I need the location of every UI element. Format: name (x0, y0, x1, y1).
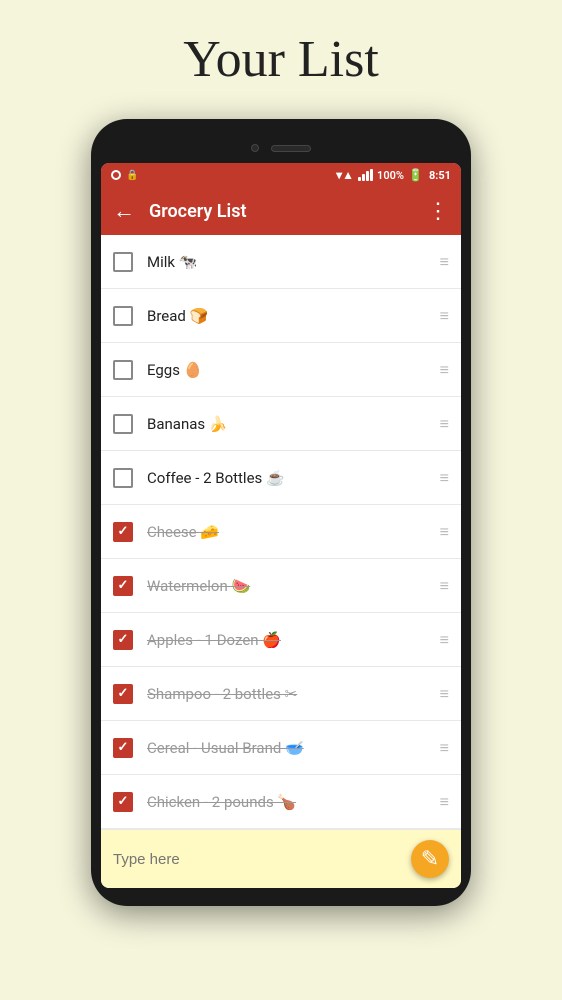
list-item-text: Apples - 1 Dozen 🍎 (147, 631, 432, 649)
phone-speaker (271, 145, 311, 152)
drag-handle-icon[interactable]: ≡ (440, 792, 449, 812)
add-item-button[interactable]: ✎ (411, 840, 449, 878)
phone-screen: 🔒 ▾▲ 100% 🔋 8:51 ← Grocery List ⋮ (101, 163, 461, 888)
list-item-checkbox[interactable] (113, 522, 133, 542)
signal-bars-icon (358, 169, 373, 181)
drag-handle-icon[interactable]: ≡ (440, 522, 449, 542)
list-item-checkbox[interactable] (113, 468, 133, 488)
drag-handle-icon[interactable]: ≡ (440, 252, 449, 272)
add-item-icon: ✎ (421, 847, 439, 872)
status-lock-icon: 🔒 (126, 170, 138, 181)
grocery-list: Milk 🐄≡Bread 🍞≡Eggs 🥚≡Bananas 🍌≡Coffee -… (101, 235, 461, 829)
list-item: Cheese 🧀 ≡ (101, 505, 461, 559)
list-item-checkbox[interactable] (113, 792, 133, 812)
status-right: ▾▲ 100% 🔋 8:51 (336, 168, 451, 182)
wifi-icon: ▾▲ (336, 168, 354, 182)
toolbar-title: Grocery List (149, 201, 427, 222)
menu-button[interactable]: ⋮ (427, 199, 449, 224)
drag-handle-icon[interactable]: ≡ (440, 360, 449, 380)
list-item-text: Bread 🍞 (147, 307, 432, 325)
list-item: Apples - 1 Dozen 🍎 ≡ (101, 613, 461, 667)
list-item: Eggs 🥚 ≡ (101, 343, 461, 397)
phone-camera (251, 144, 259, 152)
list-item-text: Cereal - Usual Brand 🥣 (147, 739, 432, 757)
phone-top-bar (101, 133, 461, 163)
list-item-checkbox[interactable] (113, 576, 133, 596)
list-item-checkbox[interactable] (113, 306, 133, 326)
type-here-input[interactable] (113, 851, 411, 868)
list-item: Bread 🍞 ≡ (101, 289, 461, 343)
list-item-checkbox[interactable] (113, 684, 133, 704)
drag-handle-icon[interactable]: ≡ (440, 630, 449, 650)
list-item: Cereal - Usual Brand 🥣 ≡ (101, 721, 461, 775)
list-item: Bananas 🍌 ≡ (101, 397, 461, 451)
bottom-bar: ✎ (101, 829, 461, 888)
drag-handle-icon[interactable]: ≡ (440, 414, 449, 434)
drag-handle-icon[interactable]: ≡ (440, 468, 449, 488)
list-item-checkbox[interactable] (113, 738, 133, 758)
battery-icon: 🔋 (408, 168, 423, 182)
list-item: Watermelon 🍉 ≡ (101, 559, 461, 613)
list-item: Coffee - 2 Bottles ☕ ≡ (101, 451, 461, 505)
list-item-text: Coffee - 2 Bottles ☕ (147, 469, 432, 487)
list-item: Shampoo - 2 bottles ✂ ≡ (101, 667, 461, 721)
back-button[interactable]: ← (113, 198, 135, 224)
page-title: Your List (183, 30, 379, 89)
list-item-text: Bananas 🍌 (147, 415, 432, 433)
list-item-checkbox[interactable] (113, 252, 133, 272)
list-item-checkbox[interactable] (113, 360, 133, 380)
list-item-text: Watermelon 🍉 (147, 577, 432, 595)
phone-device: 🔒 ▾▲ 100% 🔋 8:51 ← Grocery List ⋮ (91, 119, 471, 906)
drag-handle-icon[interactable]: ≡ (440, 576, 449, 596)
list-item-text: Cheese 🧀 (147, 523, 432, 541)
drag-handle-icon[interactable]: ≡ (440, 684, 449, 704)
list-item-text: Chicken - 2 pounds 🍗 (147, 793, 432, 811)
status-time: 8:51 (429, 169, 451, 182)
list-item-text: Milk 🐄 (147, 253, 432, 271)
status-left: 🔒 (111, 170, 138, 181)
drag-handle-icon[interactable]: ≡ (440, 306, 449, 326)
list-item-checkbox[interactable] (113, 630, 133, 650)
list-item: Chicken - 2 pounds 🍗 ≡ (101, 775, 461, 829)
battery-percent: 100% (377, 169, 404, 182)
toolbar: ← Grocery List ⋮ (101, 187, 461, 235)
status-bar: 🔒 ▾▲ 100% 🔋 8:51 (101, 163, 461, 187)
list-item-text: Eggs 🥚 (147, 361, 432, 379)
drag-handle-icon[interactable]: ≡ (440, 738, 449, 758)
list-item-text: Shampoo - 2 bottles ✂ (147, 685, 432, 703)
status-circle-icon (111, 170, 121, 180)
list-item: Milk 🐄 ≡ (101, 235, 461, 289)
list-item-checkbox[interactable] (113, 414, 133, 434)
